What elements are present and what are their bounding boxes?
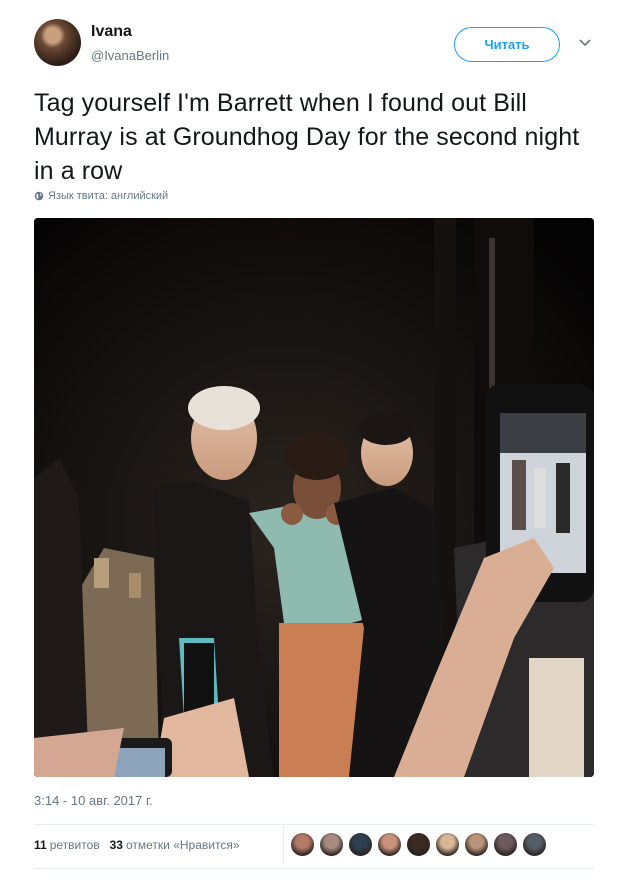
author-handle[interactable]: @IvanaBerlin — [91, 48, 169, 63]
liker-avatar[interactable] — [493, 832, 518, 857]
liker-avatar[interactable] — [348, 832, 373, 857]
liker-avatar[interactable] — [522, 832, 547, 857]
chevron-down-icon[interactable] — [578, 36, 592, 50]
tweet-language: Язык твита: английский — [34, 190, 168, 202]
liker-avatar[interactable] — [319, 832, 344, 857]
retweets-label: ретвитов — [49, 838, 100, 852]
divider — [283, 826, 284, 864]
liker-avatar[interactable] — [406, 832, 431, 857]
likes-count: 33 — [109, 838, 123, 852]
likes-stat[interactable]: 33 отметки «Нравится» — [110, 838, 240, 852]
photo-illustration — [34, 218, 594, 777]
tweet-photo[interactable] — [34, 218, 594, 777]
divider — [34, 824, 594, 825]
liker-avatar[interactable] — [435, 832, 460, 857]
author-name[interactable]: Ivana — [91, 23, 132, 41]
globe-icon — [34, 191, 44, 201]
retweets-count: 11 — [34, 838, 47, 852]
liker-avatar[interactable] — [464, 832, 489, 857]
liker-avatars — [290, 832, 547, 857]
follow-button[interactable]: Читать — [454, 27, 560, 62]
liker-avatar[interactable] — [377, 832, 402, 857]
tweet-stats: 11 ретвитов 33 отметки «Нравится» — [34, 838, 240, 852]
divider — [34, 868, 594, 869]
tweet-text: Tag yourself I'm Barrett when I found ou… — [34, 89, 580, 185]
avatar[interactable] — [34, 19, 81, 66]
tweet-timestamp[interactable]: 3:14 - 10 авг. 2017 г. — [34, 793, 153, 808]
retweets-stat[interactable]: 11 ретвитов — [34, 838, 100, 852]
liker-avatar[interactable] — [290, 832, 315, 857]
tweet-header: Ivana @IvanaBerlin Читать — [34, 18, 604, 70]
likes-label: отметки «Нравится» — [125, 838, 240, 852]
tweet-language-label: Язык твита: английский — [48, 190, 169, 202]
